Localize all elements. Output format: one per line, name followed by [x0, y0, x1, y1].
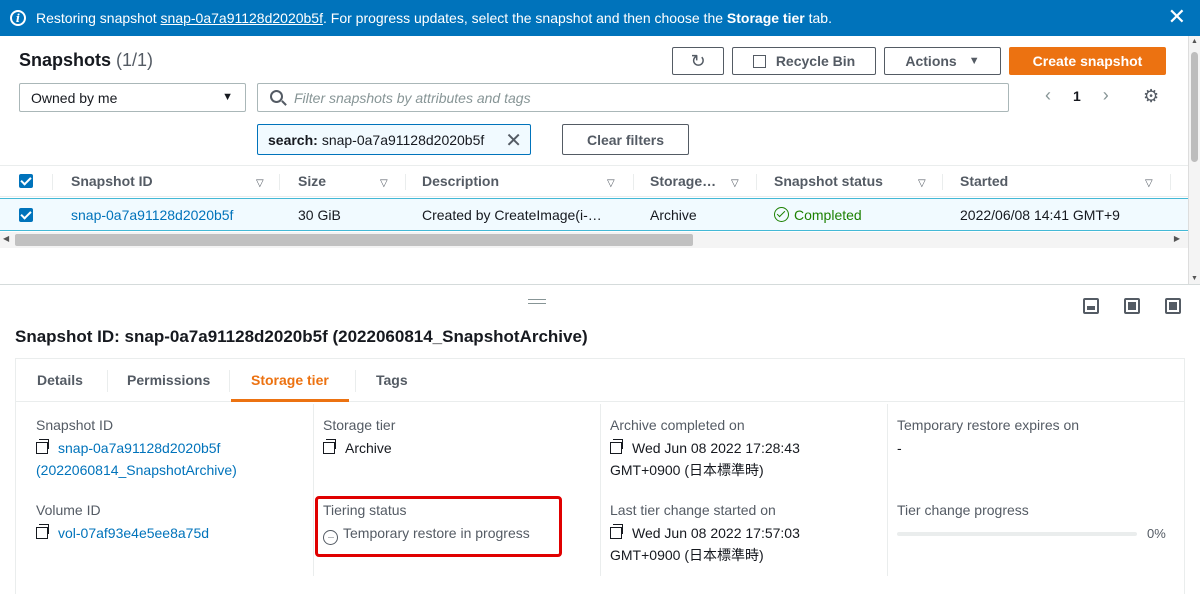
- chevron-left-icon[interactable]: ‹: [1045, 85, 1051, 106]
- close-icon[interactable]: ✕: [1168, 6, 1186, 28]
- sort-icon[interactable]: ▽: [256, 178, 264, 189]
- archive-completed-value: Wed Jun 08 2022 17:28:43 GMT+0900 (日本標準時…: [610, 439, 800, 478]
- scroll-right-icon[interactable]: ▶: [1174, 234, 1180, 243]
- panel-full-icon[interactable]: [1165, 298, 1181, 314]
- col-started[interactable]: Started: [960, 166, 1008, 196]
- snapshot-id-link-name[interactable]: (2022060814_SnapshotArchive): [36, 462, 237, 478]
- row-started: 2022/06/08 14:41 GMT+9: [960, 206, 1120, 223]
- storage-tier-value: Archive: [323, 437, 392, 459]
- table-row[interactable]: snap-0a7a91128d2020b5f 30 GiB Created by…: [0, 198, 1188, 231]
- scroll-left-icon[interactable]: ◀: [3, 234, 9, 243]
- row-description: Created by CreateImage(i-…: [422, 206, 602, 223]
- filter-token: search: snap-0a7a91128d2020b5f ✕: [257, 124, 531, 155]
- table-header: Snapshot ID ▽ Size ▽ Description ▽ Stora…: [0, 165, 1188, 197]
- resize-handle-icon[interactable]: [528, 299, 546, 304]
- panel-bottom-icon[interactable]: [1083, 298, 1099, 314]
- refresh-button[interactable]: ↻: [672, 47, 724, 75]
- row-size: 30 GiB: [298, 206, 341, 223]
- row-status: Completed: [774, 199, 862, 230]
- col-snapshot-id[interactable]: Snapshot ID: [71, 166, 153, 196]
- snapshot-id-value: snap-0a7a91128d2020b5f (2022060814_Snaps…: [36, 437, 237, 481]
- copy-icon[interactable]: [323, 439, 336, 454]
- copy-icon[interactable]: [36, 439, 49, 454]
- col-description[interactable]: Description: [422, 166, 499, 196]
- search-input[interactable]: Filter snapshots by attributes and tags: [257, 83, 1009, 112]
- caret-down-icon: ▼: [222, 91, 233, 103]
- external-link-icon: [752, 54, 766, 68]
- info-banner: i Restoring snapshot snap-0a7a91128d2020…: [0, 0, 1200, 36]
- row-storage: Archive: [650, 206, 697, 223]
- sort-icon[interactable]: ▽: [607, 178, 615, 189]
- detail-tabs: Details Permissions Storage tier Tags: [15, 358, 1185, 402]
- scroll-down-icon[interactable]: ▼: [1191, 275, 1198, 282]
- info-icon: i: [10, 10, 26, 26]
- volume-id-value: vol-07af93e4e5ee8a75d: [36, 522, 209, 544]
- volume-id-label: Volume ID: [36, 502, 101, 518]
- page-title: Snapshots (1/1): [19, 50, 154, 70]
- split-divider: [0, 284, 1200, 285]
- col-storage[interactable]: Storage…: [650, 166, 716, 196]
- pagination: ‹ 1 ›: [1045, 85, 1109, 106]
- row-checkbox[interactable]: [19, 199, 33, 230]
- tab-storage-tier[interactable]: Storage tier: [231, 358, 349, 402]
- scroll-up-icon[interactable]: ▲: [1191, 38, 1198, 45]
- copy-icon[interactable]: [610, 524, 623, 539]
- owner-select[interactable]: Owned by me ▼: [19, 83, 246, 112]
- panel-side-icon[interactable]: [1124, 298, 1140, 314]
- sort-icon[interactable]: ▽: [380, 178, 388, 189]
- select-all-checkbox[interactable]: [19, 166, 33, 196]
- check-circle-icon: [774, 207, 789, 222]
- refresh-icon: ↻: [690, 50, 706, 71]
- sort-icon[interactable]: ▽: [918, 178, 926, 189]
- clear-filters-button[interactable]: Clear filters: [562, 124, 689, 155]
- copy-icon[interactable]: [36, 524, 49, 539]
- hscroll-thumb[interactable]: [15, 234, 693, 246]
- chevron-right-icon[interactable]: ›: [1103, 85, 1109, 106]
- archive-completed-label: Archive completed on: [610, 417, 745, 433]
- tab-tags[interactable]: Tags: [376, 358, 408, 402]
- storage-tier-label: Storage tier: [323, 417, 396, 433]
- col-snapshot-status[interactable]: Snapshot status: [774, 166, 883, 196]
- gear-icon[interactable]: ⚙: [1143, 86, 1159, 107]
- restore-expires-value: -: [897, 440, 902, 456]
- actions-dropdown[interactable]: Actions ▼: [884, 47, 1001, 75]
- snapshot-count: (1/1): [116, 50, 154, 70]
- col-size[interactable]: Size: [298, 166, 326, 196]
- restore-expires-label: Temporary restore expires on: [897, 417, 1080, 433]
- scroll-thumb[interactable]: [1191, 52, 1198, 162]
- snapshot-id-label: Snapshot ID: [36, 417, 114, 433]
- recycle-bin-button[interactable]: Recycle Bin: [732, 47, 876, 75]
- last-tier-change-value: Wed Jun 08 2022 17:57:03 GMT+0900 (日本標準時…: [610, 524, 800, 563]
- sort-icon[interactable]: ▽: [1145, 178, 1153, 189]
- last-tier-change-label: Last tier change started on: [610, 502, 776, 518]
- highlight-box: [315, 496, 562, 557]
- checkbox-checked-icon: [19, 207, 33, 222]
- horizontal-scrollbar[interactable]: ◀ ▶: [0, 232, 1188, 248]
- tier-change-progress-bar: [897, 532, 1137, 536]
- tier-change-progress-label: Tier change progress: [897, 502, 1029, 518]
- row-snapshot-id-link[interactable]: snap-0a7a91128d2020b5f: [71, 199, 233, 230]
- volume-id-link[interactable]: vol-07af93e4e5ee8a75d: [58, 525, 209, 541]
- sort-icon[interactable]: ▽: [731, 178, 739, 189]
- banner-text: Restoring snapshot snap-0a7a91128d2020b5…: [36, 10, 832, 26]
- create-snapshot-button[interactable]: Create snapshot: [1009, 47, 1166, 75]
- tab-permissions[interactable]: Permissions: [127, 358, 210, 402]
- tier-change-progress-text: 0%: [1147, 526, 1166, 541]
- search-icon: [270, 90, 283, 103]
- checkbox-checked-icon: [19, 174, 33, 188]
- banner-snapshot-link[interactable]: snap-0a7a91128d2020b5f: [161, 10, 323, 26]
- vertical-scrollbar[interactable]: ▲ ▼: [1188, 36, 1200, 284]
- snapshot-id-link[interactable]: snap-0a7a91128d2020b5f: [58, 440, 220, 456]
- detail-title: Snapshot ID: snap-0a7a91128d2020b5f (202…: [15, 327, 588, 346]
- remove-token-icon[interactable]: ✕: [505, 128, 522, 153]
- tab-details[interactable]: Details: [37, 358, 83, 402]
- page-number[interactable]: 1: [1073, 88, 1081, 104]
- caret-down-icon: ▼: [968, 55, 980, 67]
- copy-icon[interactable]: [610, 439, 623, 454]
